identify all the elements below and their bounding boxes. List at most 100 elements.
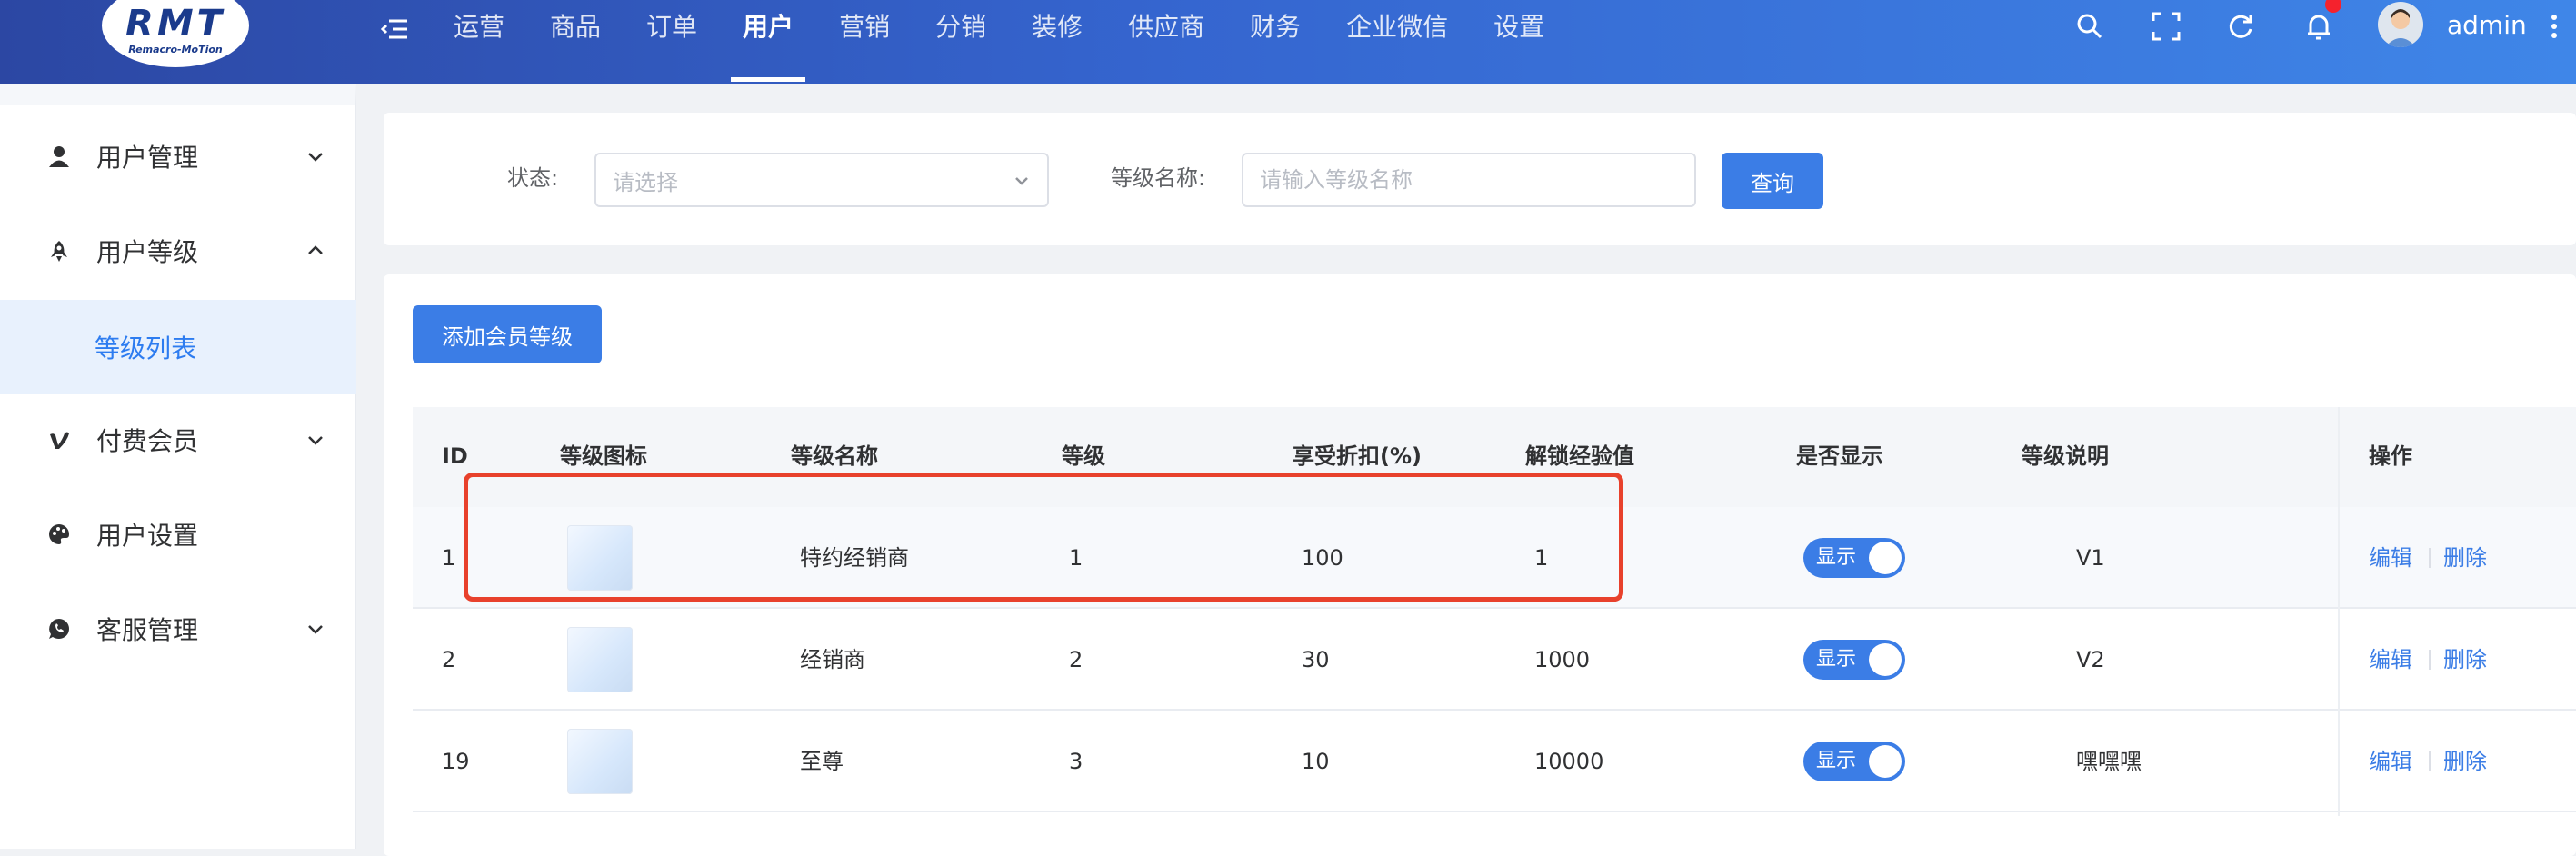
level-icon-image [567, 525, 633, 591]
sidebar-item-user-settings[interactable]: 用户设置 [0, 487, 356, 582]
delete-link[interactable]: 删除 [2443, 540, 2487, 576]
vip-icon [50, 432, 69, 449]
status-select-placeholder: 请选择 [613, 169, 678, 195]
nav-item-distribution[interactable]: 分销 [913, 0, 1009, 84]
nav-item-settings[interactable]: 设置 [1471, 0, 1567, 84]
column-header-exp: 解锁经验值 [1525, 443, 1634, 469]
avatar[interactable] [2378, 2, 2423, 47]
delete-link[interactable]: 删除 [2443, 743, 2487, 780]
toggle-knob [1869, 745, 1902, 778]
visible-toggle[interactable]: 显示 [1803, 538, 1905, 578]
column-header-discount: 享受折扣(%) [1293, 443, 1422, 469]
rocket-icon [51, 241, 67, 262]
refresh-icon[interactable] [2225, 11, 2256, 42]
fullscreen-icon[interactable] [2151, 11, 2182, 42]
logo-mark: RMT [125, 2, 225, 45]
column-header-icon: 等级图标 [560, 443, 647, 469]
edit-link[interactable]: 编辑 [2369, 540, 2412, 576]
cell-discount: 100 [1302, 545, 1343, 571]
user-icon [49, 146, 69, 167]
cell-id: 1 [442, 545, 456, 571]
toggle-label: 显示 [1816, 750, 1857, 772]
logo-subtext: Remacro-MoTion [128, 43, 223, 55]
column-header-id: ID [442, 443, 468, 469]
action-divider [2429, 650, 2431, 670]
cell-discount: 30 [1302, 647, 1330, 672]
column-header-name: 等级名称 [791, 443, 878, 469]
nav-item-orders[interactable]: 订单 [624, 0, 720, 84]
cell-description: 嘿嘿嘿 [2076, 749, 2142, 774]
more-vertical-icon[interactable] [2549, 11, 2560, 42]
toggle-label: 显示 [1816, 648, 1857, 671]
nav-item-operations[interactable]: 运营 [431, 0, 527, 84]
sidebar-item-customer-service[interactable]: 客服管理 [0, 582, 356, 676]
toggle-knob [1869, 643, 1902, 676]
cell-id: 2 [442, 647, 456, 672]
nav-item-finance[interactable]: 财务 [1227, 0, 1323, 84]
nav-item-marketing[interactable]: 营销 [816, 0, 913, 84]
action-divider [2429, 548, 2431, 568]
cell-level: 1 [1069, 545, 1083, 571]
cell-exp: 1000 [1534, 647, 1591, 672]
query-button[interactable]: 查询 [1722, 153, 1823, 209]
level-name-input[interactable] [1242, 153, 1696, 207]
nav-item-suppliers[interactable]: 供应商 [1105, 0, 1227, 84]
column-header-visible: 是否显示 [1796, 443, 1883, 469]
nav-item-decoration[interactable]: 装修 [1009, 0, 1105, 84]
delete-link[interactable]: 删除 [2443, 642, 2487, 678]
bell-icon[interactable] [2303, 11, 2334, 42]
toggle-label: 显示 [1816, 546, 1857, 569]
cell-level: 2 [1069, 647, 1083, 672]
menu-collapse-icon[interactable] [380, 15, 409, 44]
nav-item-wecom[interactable]: 企业微信 [1323, 0, 1471, 84]
edit-link[interactable]: 编辑 [2369, 743, 2412, 780]
cell-description: V2 [2076, 647, 2105, 672]
actions-column-divider [2338, 407, 2340, 816]
toggle-knob [1869, 542, 1902, 574]
visible-toggle[interactable]: 显示 [1803, 640, 1905, 680]
action-divider [2429, 751, 2431, 771]
chevron-down-icon [308, 436, 323, 445]
level-icon-image [567, 729, 633, 794]
visible-toggle[interactable]: 显示 [1803, 742, 1905, 781]
nav-item-products[interactable]: 商品 [527, 0, 624, 84]
cell-discount: 10 [1302, 749, 1330, 774]
sidebar-item-user-management[interactable]: 用户管理 [0, 109, 356, 204]
username-label[interactable]: admin [2447, 5, 2527, 45]
palette-icon [49, 524, 69, 544]
column-header-actions: 操作 [2369, 443, 2412, 469]
table-row: 2 经销商 2 30 1000 显示 V2 编辑 删除 [413, 609, 2576, 711]
table-header: ID 等级图标 等级名称 等级 享受折扣(%) 解锁经验值 是否显示 等级说明 … [413, 407, 2576, 507]
column-header-description: 等级说明 [2022, 443, 2109, 469]
cell-description: V1 [2076, 545, 2105, 571]
company-logo[interactable]: RMT Remacro-MoTion [102, 0, 249, 67]
notification-badge [2325, 0, 2341, 13]
chevron-down-icon [308, 153, 323, 162]
top-navbar: RMT Remacro-MoTion 运营 商品 订单 用户 营销 分销 装修 … [0, 0, 2576, 84]
chevron-down-icon [1015, 177, 1028, 185]
chevron-up-icon [308, 245, 323, 254]
level-name-label: 等级名称: [1111, 165, 1206, 191]
cell-exp: 10000 [1534, 749, 1604, 774]
cell-id: 19 [442, 749, 470, 774]
main-nav: 运营 商品 订单 用户 营销 分销 装修 供应商 财务 企业微信 设置 [431, 0, 1567, 84]
sidebar-item-label: 等级列表 [95, 333, 197, 363]
status-select[interactable]: 请选择 [594, 153, 1049, 207]
sidebar-item-level-list[interactable]: 等级列表 [0, 300, 356, 394]
nav-item-users[interactable]: 用户 [720, 0, 816, 84]
sidebar-item-paid-membership[interactable]: 付费会员 [0, 393, 356, 487]
table-row: 1 特约经销商 1 100 1 显示 V1 编辑 删除 [413, 507, 2576, 609]
edit-link[interactable]: 编辑 [2369, 642, 2412, 678]
sidebar-item-label: 客服管理 [96, 615, 199, 645]
status-label: 状态: [507, 165, 559, 191]
cell-name: 至尊 [800, 749, 844, 774]
level-icon-image [567, 627, 633, 692]
search-icon[interactable] [2074, 11, 2105, 42]
sidebar-item-label: 用户设置 [96, 521, 199, 551]
add-member-level-button[interactable]: 添加会员等级 [413, 305, 602, 363]
column-header-level: 等级 [1062, 443, 1105, 469]
sidebar-item-user-level[interactable]: 用户等级 [0, 204, 356, 298]
sidebar-item-label: 用户等级 [96, 237, 199, 267]
cell-exp: 1 [1534, 545, 1549, 571]
chevron-down-icon [308, 625, 323, 634]
